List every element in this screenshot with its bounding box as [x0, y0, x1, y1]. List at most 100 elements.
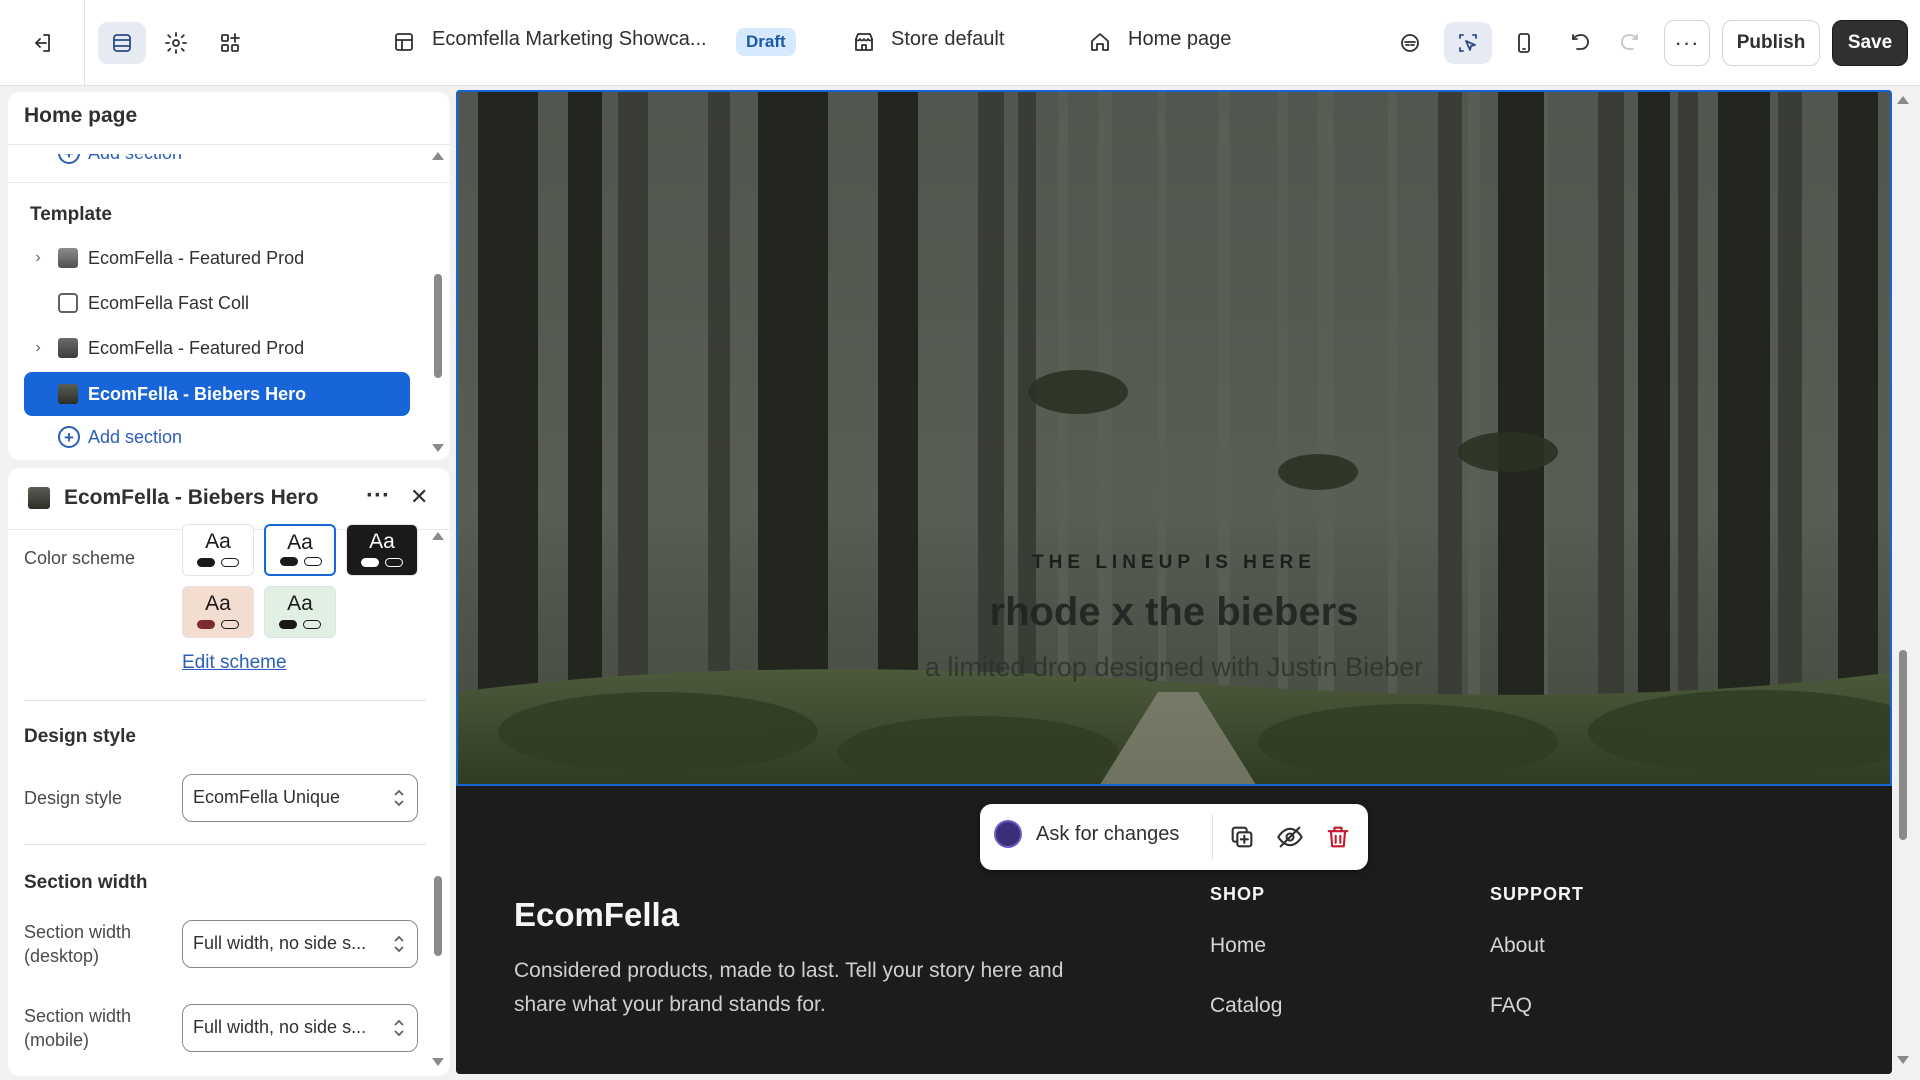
settings-icon[interactable] — [152, 22, 200, 64]
divider — [24, 844, 426, 845]
color-scheme-label: Color scheme — [24, 548, 136, 568]
publish-button[interactable]: Publish — [1722, 20, 1820, 66]
color-scheme-swatch-1[interactable]: Aa — [182, 524, 254, 576]
color-scheme-swatch-4[interactable]: Aa — [182, 586, 254, 638]
scroll-down-icon[interactable] — [432, 1058, 444, 1066]
store-name[interactable]: Ecomfella Marketing Showca... — [432, 28, 707, 51]
design-style-heading: Design style — [24, 726, 136, 747]
footer-link-about[interactable]: About — [1490, 934, 1545, 958]
add-section-button[interactable]: + Add section — [58, 154, 182, 164]
close-icon[interactable]: ✕ — [410, 484, 428, 510]
more-actions-button[interactable]: ··· — [1664, 20, 1710, 66]
select-value: Full width, no side s... — [193, 1017, 367, 1037]
footer-support-heading: SUPPORT — [1490, 884, 1585, 904]
layout-icon — [392, 30, 416, 54]
scroll-up-icon[interactable] — [432, 152, 444, 160]
more-icon[interactable]: ··· — [366, 482, 390, 510]
tree-item-fast-coll[interactable]: EcomFella Fast Coll — [24, 281, 418, 325]
add-section-button[interactable]: + Add section — [58, 426, 182, 448]
scroll-down-icon[interactable] — [1897, 1056, 1909, 1064]
apps-icon[interactable] — [206, 22, 254, 64]
section-width-mobile-select[interactable]: Full width, no side s... — [182, 1004, 418, 1052]
swatch-text: Aa — [287, 531, 313, 554]
settings-title: EcomFella - Biebers Hero — [64, 486, 319, 509]
delete-icon[interactable] — [1324, 823, 1352, 851]
design-style-label: Design style — [24, 788, 123, 808]
inspector-icon[interactable] — [1444, 22, 1492, 64]
footer-link-faq[interactable]: FAQ — [1490, 994, 1532, 1018]
divider — [8, 182, 450, 183]
footer-link-home[interactable]: Home — [1210, 934, 1266, 958]
tree-item-featured-prod-2[interactable]: › EcomFella - Featured Prod — [24, 326, 418, 370]
more-icon: ··· — [1674, 30, 1700, 55]
divider — [8, 144, 450, 145]
collection-icon — [58, 293, 78, 313]
hide-icon[interactable] — [1276, 823, 1304, 851]
scroll-up-icon[interactable] — [432, 532, 444, 540]
swatch-text: Aa — [205, 592, 231, 615]
store-icon — [852, 30, 876, 54]
page-selector[interactable]: Home page — [1128, 28, 1231, 51]
redo-icon[interactable] — [1606, 22, 1654, 64]
section-thumbnail — [28, 487, 50, 509]
exit-icon[interactable] — [18, 22, 66, 64]
select-value: Full width, no side s... — [193, 933, 367, 953]
settings-scrollbar[interactable] — [434, 876, 442, 956]
theme-preview: THE LINEUP IS HERE rhode x the biebers a… — [456, 90, 1892, 1074]
ai-assistant-icon — [994, 820, 1022, 848]
preview-scrollbar[interactable] — [1899, 650, 1907, 840]
duplicate-icon[interactable] — [1228, 823, 1256, 851]
chevron-right-icon[interactable]: › — [28, 249, 48, 267]
chevron-right-icon[interactable]: › — [28, 339, 48, 357]
status-badge: Draft — [736, 28, 796, 56]
color-scheme-swatch-2[interactable]: Aa — [264, 524, 336, 576]
section-thumbnail — [58, 384, 78, 404]
design-style-select[interactable]: EcomFella Unique — [182, 774, 418, 822]
tree-item-biebers-hero[interactable]: EcomFella - Biebers Hero — [24, 372, 410, 416]
sections-icon[interactable] — [98, 22, 146, 64]
section-width-mobile-label: Section width (mobile) — [24, 1006, 132, 1050]
add-icon: + — [58, 426, 80, 448]
select-chevron-icon — [394, 1019, 404, 1037]
save-button[interactable]: Save — [1832, 20, 1908, 66]
tree-item-label: EcomFella - Biebers Hero — [88, 383, 307, 404]
sections-panel: Home page + Add section Template › EcomF… — [8, 92, 450, 460]
footer-link-catalog[interactable]: Catalog — [1210, 994, 1282, 1018]
color-scheme-swatch-5[interactable]: Aa — [264, 586, 336, 638]
divider — [24, 700, 426, 701]
ai-assistant-icon[interactable] — [1386, 22, 1434, 64]
undo-icon[interactable] — [1556, 22, 1604, 64]
tree-item-featured-prod-1[interactable]: › EcomFella - Featured Prod — [24, 236, 418, 280]
home-icon — [1088, 30, 1112, 54]
scroll-down-icon[interactable] — [432, 444, 444, 452]
tree-item-label: EcomFella - Featured Prod — [88, 247, 305, 268]
section-floating-toolbar: Ask for changes — [980, 804, 1368, 870]
add-icon: + — [58, 154, 80, 164]
color-scheme-swatch-3[interactable]: Aa — [346, 524, 418, 576]
settings-header: EcomFella - Biebers Hero ··· ✕ — [8, 468, 450, 530]
add-section-label: Add section — [88, 426, 183, 447]
template-heading: Template — [30, 204, 113, 225]
hero-tagline: THE LINEUP IS HERE — [1032, 552, 1316, 573]
section-width-desktop-label: Section width (desktop) — [24, 922, 132, 966]
section-settings-panel: EcomFella - Biebers Hero ··· ✕ Color sch… — [8, 468, 450, 1076]
section-width-desktop-select[interactable]: Full width, no side s... — [182, 920, 418, 968]
footer-description: Considered products, made to last. Tell … — [514, 959, 1064, 1016]
panel-title: Home page — [24, 104, 138, 127]
ask-for-changes-button[interactable]: Ask for changes — [994, 820, 1179, 848]
tree-item-label: EcomFella - Featured Prod — [88, 337, 305, 358]
scroll-up-icon[interactable] — [1897, 96, 1909, 104]
editor-topbar: Ecomfella Marketing Showca... Draft Stor… — [0, 0, 1920, 86]
section-width-heading: Section width — [24, 872, 148, 893]
select-value: EcomFella Unique — [193, 787, 341, 807]
sections-scrollbar[interactable] — [434, 274, 442, 378]
section-thumbnail — [58, 338, 78, 358]
hero-title: rhode x the biebers — [989, 590, 1359, 634]
hero-subtitle: a limited drop designed with Justin Bieb… — [924, 652, 1424, 682]
footer-shop-heading: SHOP — [1210, 884, 1266, 904]
edit-scheme-link[interactable]: Edit scheme — [182, 652, 287, 674]
mobile-view-icon[interactable] — [1500, 22, 1548, 64]
swatch-text: Aa — [287, 592, 313, 615]
theme-setting-selector[interactable]: Store default — [891, 28, 1004, 51]
hero-section[interactable]: THE LINEUP IS HERE rhode x the biebers a… — [456, 90, 1892, 786]
